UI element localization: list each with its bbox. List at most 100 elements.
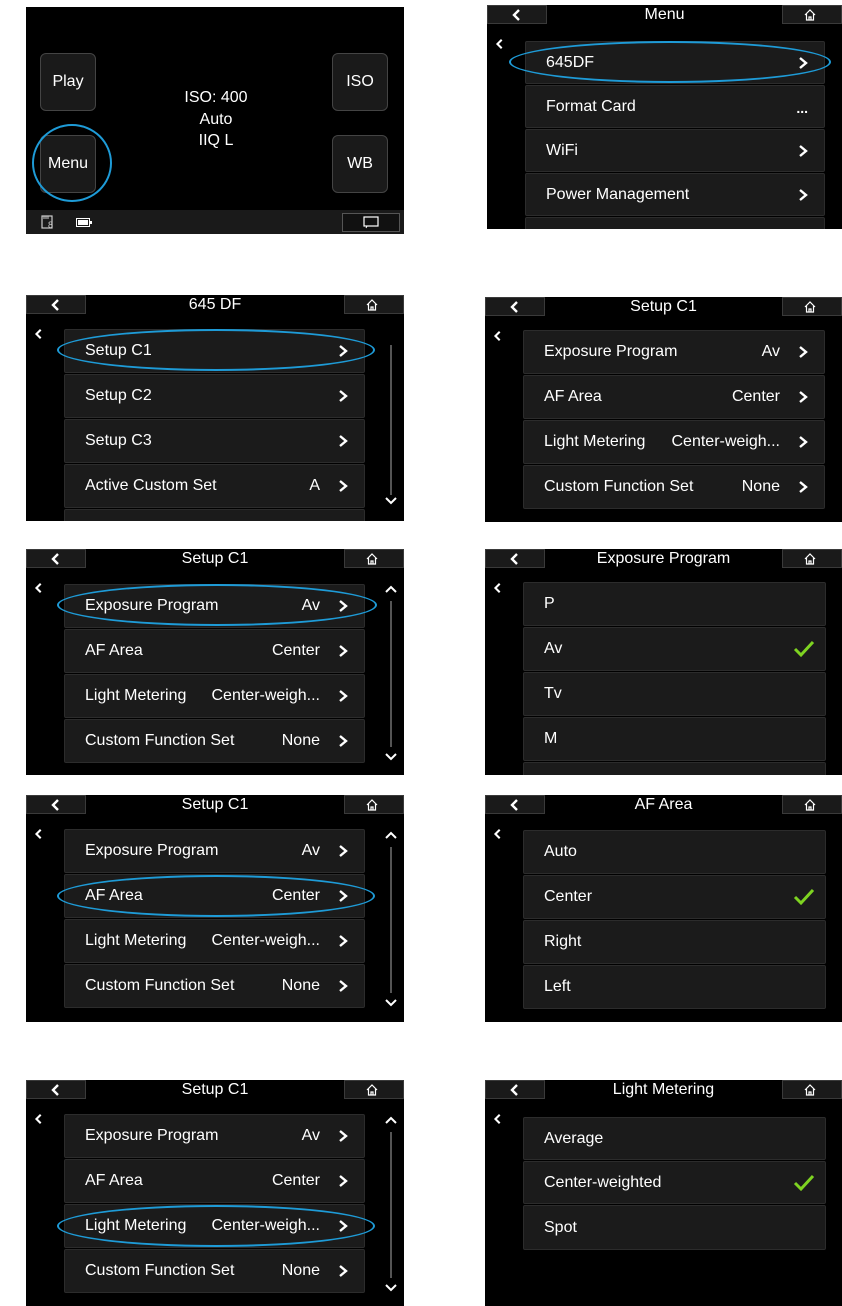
option-partial <box>523 762 826 775</box>
home-icon <box>803 8 817 22</box>
option-left[interactable]: Left <box>523 965 826 1009</box>
option-auto[interactable]: Auto <box>523 830 826 874</box>
back-button[interactable] <box>26 549 86 568</box>
setting-custom-function-set[interactable]: Custom Function Set None <box>64 719 365 763</box>
menu-item-setup-c1[interactable]: Setup C1 <box>64 329 365 373</box>
chevron-up-icon[interactable] <box>384 583 398 597</box>
setting-light-metering[interactable]: Light Metering Center-weigh... <box>523 420 825 464</box>
chevron-down-icon[interactable] <box>384 995 398 1009</box>
setting-af-area[interactable]: AF Area Center <box>523 375 825 419</box>
setting-af-area[interactable]: AF Area Center <box>64 874 365 918</box>
back-button[interactable] <box>485 297 545 316</box>
side-back-icon[interactable] <box>492 828 504 840</box>
side-back-icon[interactable] <box>492 1113 504 1125</box>
option-av[interactable]: Av <box>523 627 826 671</box>
chevron-right-icon <box>336 1219 350 1233</box>
scrollbar[interactable] <box>382 583 400 769</box>
setting-exposure-program[interactable]: Exposure Program Av <box>64 584 365 628</box>
setting-exposure-program[interactable]: Exposure Program Av <box>64 1114 365 1158</box>
setting-label: Custom Function Set <box>85 1262 235 1279</box>
option-p[interactable]: P <box>523 582 826 626</box>
chevron-up-icon[interactable] <box>384 829 398 843</box>
side-back-icon[interactable] <box>33 1113 45 1125</box>
side-back-icon[interactable] <box>494 38 506 50</box>
home-button[interactable] <box>344 549 404 568</box>
home-button[interactable] <box>782 795 842 814</box>
play-button[interactable]: Play <box>40 53 96 111</box>
option-label: Average <box>544 1129 604 1147</box>
chevron-down-icon[interactable] <box>384 493 398 507</box>
top-bar: Setup C1 <box>26 1080 404 1100</box>
chevron-down-icon[interactable] <box>384 1280 398 1294</box>
setting-light-metering[interactable]: Light Metering Center-weigh... <box>64 674 365 718</box>
side-back-icon[interactable] <box>33 328 45 340</box>
display-mode-button[interactable] <box>342 213 400 232</box>
option-center-weighted[interactable]: Center-weighted <box>523 1161 826 1204</box>
setting-light-metering[interactable]: Light Metering Center-weigh... <box>64 919 365 963</box>
side-back-icon[interactable] <box>33 828 45 840</box>
option-tv[interactable]: Tv <box>523 672 826 716</box>
home-button[interactable] <box>344 795 404 814</box>
checkmark-icon <box>793 639 815 659</box>
menu-button[interactable]: Menu <box>40 135 96 193</box>
option-center[interactable]: Center <box>523 875 826 919</box>
back-button[interactable] <box>485 795 545 814</box>
scrollbar[interactable] <box>382 329 400 515</box>
chevron-up-icon[interactable] <box>384 1114 398 1128</box>
side-back-icon[interactable] <box>492 582 504 594</box>
menu-item-active-custom-set[interactable]: Active Custom Set A <box>64 464 365 508</box>
home-icon <box>365 552 379 566</box>
setting-af-area[interactable]: AF Area Center <box>64 1159 365 1203</box>
top-bar: Menu <box>487 5 842 25</box>
setting-custom-function-set[interactable]: Custom Function Set None <box>64 1249 365 1293</box>
back-button[interactable] <box>26 295 86 314</box>
option-right[interactable]: Right <box>523 920 826 964</box>
menu-item-format-card[interactable]: Format Card... <box>525 85 825 128</box>
wb-button[interactable]: WB <box>332 135 388 193</box>
menu-item-power-management[interactable]: Power Management <box>525 173 825 216</box>
back-button[interactable] <box>485 549 545 568</box>
option-average[interactable]: Average <box>523 1117 826 1160</box>
menu-item-setup-c2[interactable]: Setup C2 <box>64 374 365 418</box>
setting-af-area[interactable]: AF Area Center <box>64 629 365 673</box>
home-button[interactable] <box>782 1080 842 1099</box>
battery-icon <box>76 218 92 227</box>
back-button[interactable] <box>485 1080 545 1099</box>
menu-item-645df[interactable]: 645DF <box>525 41 825 84</box>
setting-label: Custom Function Set <box>85 977 235 994</box>
setting-label: Exposure Program <box>544 343 678 360</box>
setting-custom-function-set[interactable]: Custom Function Set None <box>523 465 825 509</box>
home-icon <box>803 798 817 812</box>
menu-screen: Menu 645DF Format Card... WiFi Power Man… <box>487 5 842 229</box>
back-button[interactable] <box>26 1080 86 1099</box>
home-button[interactable] <box>344 295 404 314</box>
option-spot[interactable]: Spot <box>523 1205 826 1250</box>
menu-item-setup-c3[interactable]: Setup C3 <box>64 419 365 463</box>
setting-exposure-program[interactable]: Exposure Program Av <box>64 829 365 873</box>
menu-item-wifi[interactable]: WiFi <box>525 129 825 172</box>
exposure-info: ISO: 400 Auto IIQ L <box>156 87 276 151</box>
back-button[interactable] <box>487 5 547 24</box>
setting-light-metering[interactable]: Light Metering Center-weigh... <box>64 1204 365 1248</box>
option-label: Tv <box>544 685 562 702</box>
setting-custom-function-set[interactable]: Custom Function Set None <box>64 964 365 1008</box>
side-back-icon[interactable] <box>33 582 45 594</box>
page-title: 645 DF <box>188 296 242 313</box>
home-button[interactable] <box>782 297 842 316</box>
home-button[interactable] <box>344 1080 404 1099</box>
chevron-right-icon <box>336 889 350 903</box>
option-m[interactable]: M <box>523 717 826 761</box>
chevron-right-icon <box>796 435 810 449</box>
iso-button[interactable]: ISO <box>332 53 388 111</box>
chevron-right-icon <box>336 689 350 703</box>
chevron-down-icon[interactable] <box>384 749 398 763</box>
side-back-icon[interactable] <box>492 330 504 342</box>
home-button[interactable] <box>782 549 842 568</box>
scrollbar[interactable] <box>382 1114 400 1300</box>
setting-exposure-program[interactable]: Exposure Program Av <box>523 330 825 374</box>
scrollbar[interactable] <box>382 829 400 1015</box>
home-button[interactable] <box>782 5 842 24</box>
option-label: Spot <box>544 1218 577 1236</box>
chevron-right-icon <box>796 480 810 494</box>
back-button[interactable] <box>26 795 86 814</box>
